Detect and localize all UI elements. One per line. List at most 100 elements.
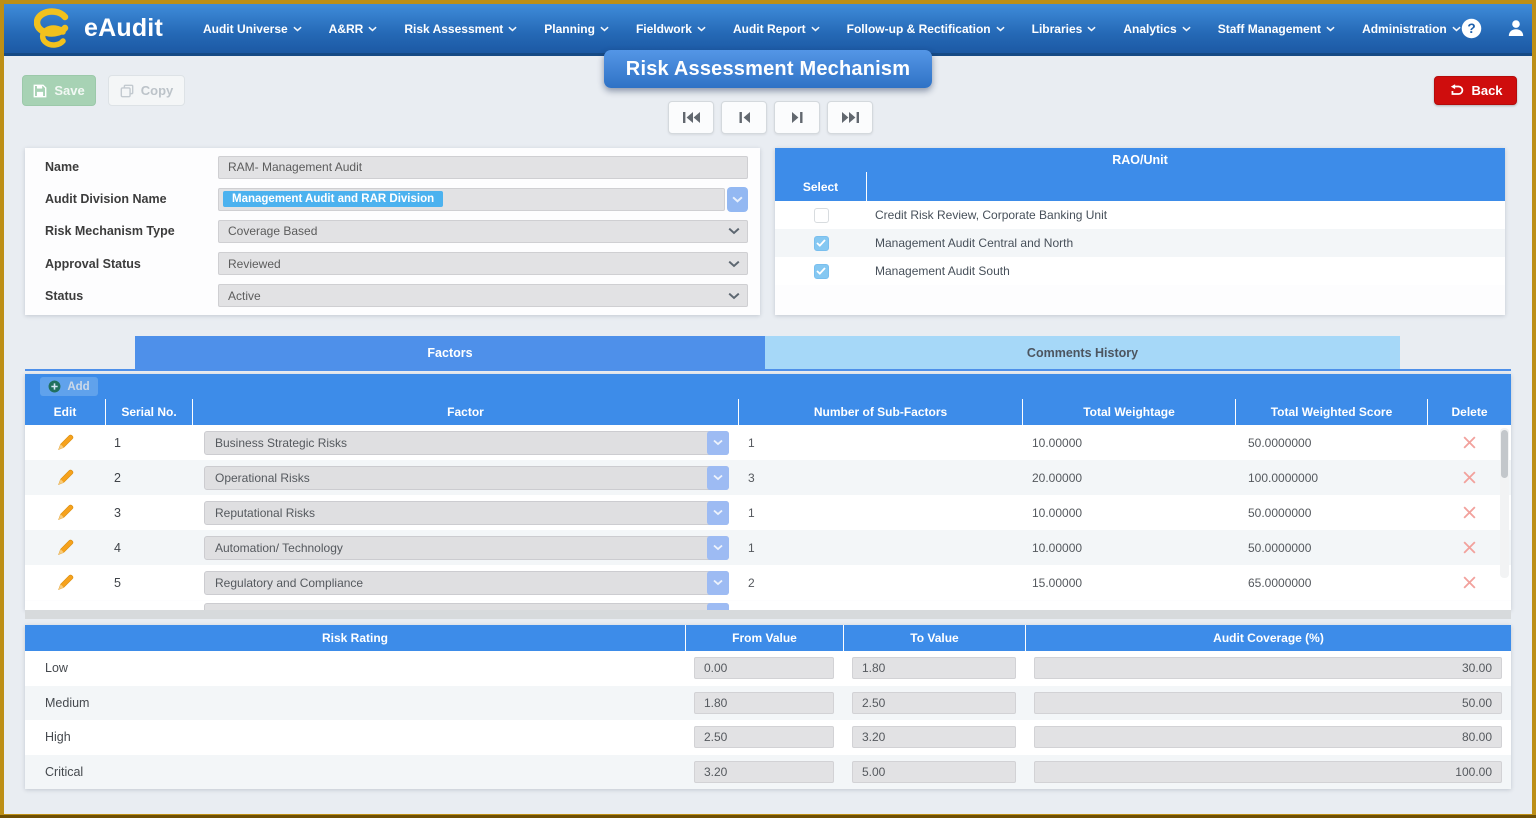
factor-select[interactable]: Business Strategic Risks xyxy=(204,431,729,455)
chevron-down-icon xyxy=(713,579,723,586)
factor-dropdown-button[interactable] xyxy=(707,501,729,525)
previous-record-icon xyxy=(738,111,751,124)
factor-select[interactable]: Reputational Risks xyxy=(204,501,729,525)
factor-dropdown-button[interactable] xyxy=(707,571,729,595)
approval-status-label: Approval Status xyxy=(25,257,218,271)
form-row-status: Status Active xyxy=(25,281,760,311)
factor-select[interactable]: Automation/ Technology xyxy=(204,536,729,560)
approval-status-select[interactable]: Reviewed xyxy=(218,252,748,275)
menu-item[interactable]: Libraries xyxy=(1032,22,1097,36)
serial-number: 4 xyxy=(105,541,192,555)
from-value-input[interactable]: 0.00 xyxy=(694,657,834,679)
rao-unit-checkbox[interactable] xyxy=(814,264,829,279)
factor-name: Automation/ Technology xyxy=(215,541,343,555)
menu-item[interactable]: Fieldwork xyxy=(636,22,706,36)
factor-row: 2 Operational Risks 3 20.00000 100.00000… xyxy=(25,460,1511,495)
audit-division-input[interactable]: Management Audit and RAR Division xyxy=(218,188,725,211)
factor-dropdown-button[interactable] xyxy=(707,536,729,560)
delete-button[interactable] xyxy=(1427,505,1511,520)
total-weightage: 20.00000 xyxy=(1022,471,1235,485)
help-icon[interactable]: ? xyxy=(1461,18,1482,39)
from-value-input[interactable]: 1.80 xyxy=(694,692,834,714)
scrollbar-thumb[interactable] xyxy=(1501,430,1508,478)
weighted-score-column-header: Total Weighted Score xyxy=(1235,399,1427,425)
user-icon[interactable] xyxy=(1506,18,1526,39)
name-input[interactable]: RAM- Management Audit xyxy=(218,156,748,179)
menu-item[interactable]: A&RR xyxy=(329,22,378,36)
audit-coverage-input[interactable]: 30.00 xyxy=(1034,657,1502,679)
factor-name: Reputational Risks xyxy=(215,506,315,520)
back-button[interactable]: Back xyxy=(1434,76,1517,105)
menu-item[interactable]: Audit Universe xyxy=(203,22,302,36)
factor-select[interactable]: Regulatory and Compliance xyxy=(204,571,729,595)
first-record-icon xyxy=(682,111,701,124)
menu-item[interactable]: Audit Report xyxy=(733,22,820,36)
save-button[interactable]: Save xyxy=(22,75,96,106)
menu-item[interactable]: Administration xyxy=(1362,22,1461,36)
pencil-icon xyxy=(56,504,74,522)
clipped-factor-row xyxy=(25,601,1511,610)
delete-button[interactable] xyxy=(1427,540,1511,555)
status-select[interactable]: Active xyxy=(218,284,748,307)
first-record-button[interactable] xyxy=(668,101,714,134)
copy-button[interactable]: Copy xyxy=(108,75,185,106)
factor-row: 4 Automation/ Technology 1 10.00000 50.0… xyxy=(25,530,1511,565)
menu-item-label: A&RR xyxy=(329,22,364,36)
tab-comments-history[interactable]: Comments History xyxy=(765,336,1400,369)
next-record-button[interactable] xyxy=(774,101,820,134)
delete-button[interactable] xyxy=(1427,435,1511,450)
rao-unit-checkbox[interactable] xyxy=(814,236,829,251)
serial-number: 3 xyxy=(105,506,192,520)
tab-underline xyxy=(25,369,1511,371)
horizontal-scrollbar[interactable] xyxy=(25,610,1511,619)
from-value-input[interactable]: 3.20 xyxy=(694,761,834,783)
menu-item[interactable]: Follow-up & Rectification xyxy=(847,22,1005,36)
total-weightage: 15.00000 xyxy=(1022,576,1235,590)
edit-button[interactable] xyxy=(25,434,105,452)
rao-unit-checkbox[interactable] xyxy=(814,208,829,223)
factor-row: 1 Business Strategic Risks 1 10.00000 50… xyxy=(25,425,1511,460)
rao-unit-label: Management Audit South xyxy=(867,264,1010,278)
delete-button[interactable] xyxy=(1427,470,1511,485)
edit-button[interactable] xyxy=(25,574,105,592)
to-value-input[interactable]: 5.00 xyxy=(852,761,1016,783)
menu-item[interactable]: Staff Management xyxy=(1218,22,1335,36)
rating-name: Critical xyxy=(25,765,685,779)
chevron-down-icon xyxy=(728,289,740,303)
pencil-icon xyxy=(56,469,74,487)
navbar-icons: ? xyxy=(1461,18,1536,39)
delete-button[interactable] xyxy=(1427,575,1511,590)
audit-coverage-input[interactable]: 50.00 xyxy=(1034,692,1502,714)
menu-item[interactable]: Planning xyxy=(544,22,609,36)
menu-item-label: Follow-up & Rectification xyxy=(847,22,991,36)
add-factor-button[interactable]: Add xyxy=(40,377,98,396)
menu-item-label: Analytics xyxy=(1123,22,1176,36)
audit-coverage-input[interactable]: 80.00 xyxy=(1034,726,1502,748)
to-value-input[interactable]: 1.80 xyxy=(852,657,1016,679)
top-navbar: eAudit Audit Universe A&RR Risk Assessme… xyxy=(4,4,1532,56)
chevron-down-icon xyxy=(1326,26,1335,32)
copy-label: Copy xyxy=(141,83,174,98)
serial-number: 1 xyxy=(105,436,192,450)
previous-record-button[interactable] xyxy=(721,101,767,134)
edit-button[interactable] xyxy=(25,504,105,522)
delete-x-icon xyxy=(1462,470,1477,485)
risk-mechanism-type-select[interactable]: Coverage Based xyxy=(218,220,748,243)
vertical-scrollbar[interactable] xyxy=(1500,428,1509,578)
menu-item[interactable]: Risk Assessment xyxy=(404,22,517,36)
edit-button[interactable] xyxy=(25,539,105,557)
serial-column-header: Serial No. xyxy=(105,399,192,425)
menu-item[interactable]: Analytics xyxy=(1123,22,1190,36)
from-value-input[interactable]: 2.50 xyxy=(694,726,834,748)
last-record-button[interactable] xyxy=(827,101,873,134)
to-value-input[interactable]: 2.50 xyxy=(852,692,1016,714)
tab-factors[interactable]: Factors xyxy=(135,336,765,369)
total-weightage: 10.00000 xyxy=(1022,436,1235,450)
factor-select[interactable]: Operational Risks xyxy=(204,466,729,490)
audit-coverage-input[interactable]: 100.00 xyxy=(1034,761,1502,783)
to-value-input[interactable]: 3.20 xyxy=(852,726,1016,748)
factor-dropdown-button[interactable] xyxy=(707,466,729,490)
edit-button[interactable] xyxy=(25,469,105,487)
audit-division-dropdown-button[interactable] xyxy=(727,187,748,212)
factor-dropdown-button[interactable] xyxy=(707,431,729,455)
